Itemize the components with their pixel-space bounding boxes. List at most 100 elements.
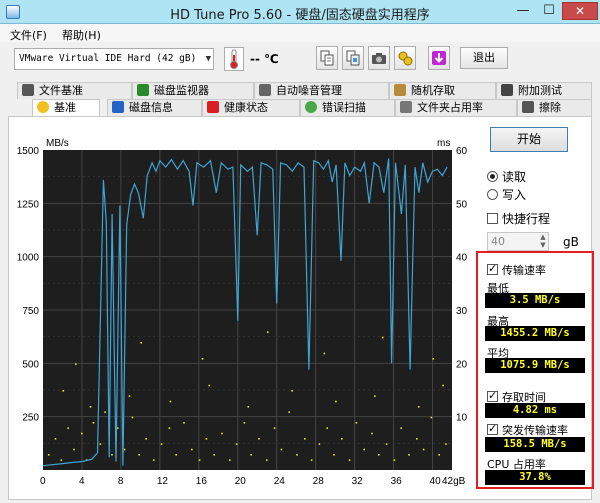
burst-rate-checkbox[interactable]: 突发传输速率 (487, 422, 568, 438)
access-time-point (81, 432, 83, 435)
read-radio[interactable]: 读取 (487, 168, 526, 185)
access-time-point (310, 459, 313, 461)
x-tick-label: 40 (430, 476, 442, 487)
checkbox-transfer-mark (487, 262, 498, 276)
access-time-point (323, 352, 326, 355)
access-time-point (123, 448, 126, 451)
access-time-point (191, 448, 193, 451)
y-left-unit: MB/s (46, 138, 69, 149)
radio-read-mark (487, 171, 498, 182)
x-tick-label: 36 (391, 476, 403, 487)
access-time-point (47, 454, 50, 456)
access-time-point (60, 459, 63, 461)
x-tick-label: 4 (79, 476, 85, 487)
access-time-point (67, 427, 69, 429)
access-time-point (267, 331, 269, 333)
tab-benchmark[interactable]: 基准 (32, 99, 100, 116)
lightbulb-icon (37, 101, 49, 113)
access-time-point (288, 411, 290, 413)
quick-stroke-checkbox[interactable]: 快捷行程 (487, 210, 550, 227)
access-time-point (374, 395, 376, 397)
access-time-point (140, 342, 142, 344)
access-time-point (445, 443, 447, 445)
access-time-point (138, 454, 140, 456)
y-left-tick-label: 750 (22, 306, 39, 317)
access-time-point (128, 395, 131, 397)
access-time-point (205, 438, 208, 440)
access-time-point (99, 443, 102, 445)
access-time-point (408, 454, 410, 456)
access-time-point (229, 459, 231, 461)
y-right-tick-label: 60 (456, 146, 468, 157)
y-left-tick-label: 1000 (17, 253, 40, 264)
access-time-point (183, 422, 185, 424)
access-time-point (438, 454, 440, 456)
size-spinner[interactable]: ▲ ▼ (538, 233, 548, 250)
access-time-point (169, 400, 172, 403)
access-time-point (92, 422, 95, 424)
access-time-point (333, 454, 335, 456)
access-time-point (432, 358, 435, 360)
access-time-point (442, 384, 444, 387)
access-time-point (400, 427, 402, 429)
access-time-point (273, 427, 276, 429)
access-time-point (341, 438, 343, 440)
access-time-point (296, 454, 298, 456)
access-time-point (335, 400, 337, 403)
write-radio[interactable]: 写入 (487, 186, 526, 203)
access-time-point (111, 454, 113, 456)
access-time-point (243, 422, 246, 424)
x-tick-label: 12 (157, 476, 169, 487)
access-time-point (430, 416, 433, 419)
access-time-point (54, 438, 57, 440)
transfer-rate-checkbox[interactable]: 传输速率 (487, 262, 546, 278)
x-tick-label: 8 (118, 476, 124, 487)
min-value: 3.5 MB/s (485, 293, 585, 308)
access-time-point (221, 432, 223, 435)
cpu-value: 37.8% (485, 470, 585, 485)
access-time-point (381, 336, 384, 339)
y-right-tick-label: 50 (456, 199, 468, 210)
access-time-point (385, 443, 388, 445)
start-button[interactable]: 开始 (490, 127, 568, 152)
y-right-tick-label: 30 (456, 306, 468, 317)
x-tick-label: 28 (313, 476, 325, 487)
x-tick-label: 24 (274, 476, 286, 487)
access-time-value: 4.82 ms (485, 403, 585, 418)
access-time-point (304, 438, 306, 440)
access-time-point (89, 406, 92, 408)
access-time-point (250, 454, 252, 456)
burst-rate-value: 158.5 MB/s (485, 437, 585, 452)
avg-value: 1075.9 MB/s (485, 358, 585, 373)
access-time-point (75, 363, 77, 365)
y-left-tick-label: 1500 (17, 146, 40, 157)
access-time-point (393, 459, 396, 461)
access-time-point (348, 459, 351, 461)
access-time-point (355, 422, 358, 424)
access-time-point (235, 443, 238, 445)
access-time-point (258, 438, 260, 440)
access-time-point (201, 358, 204, 360)
access-time-point (208, 384, 211, 387)
y-left-tick-label: 250 (22, 413, 39, 424)
y-right-unit: ms (437, 138, 450, 149)
checkbox-burst-mark (487, 422, 498, 436)
y-right-tick-label: 10 (456, 413, 468, 424)
max-value: 1455.2 MB/s (485, 326, 585, 341)
access-time-point (371, 432, 373, 435)
access-time-point (62, 390, 65, 392)
access-time-point (416, 438, 418, 440)
checkbox-quick-mark (487, 213, 498, 224)
access-time-point (326, 427, 328, 429)
access-time-point (198, 459, 201, 461)
access-time-point (153, 459, 155, 461)
access-time-point (280, 448, 283, 451)
access-time-point (175, 454, 177, 456)
y-right-tick-label: 40 (456, 253, 468, 264)
access-time-point (131, 416, 134, 419)
access-time-point (168, 427, 171, 429)
access-time-point (247, 406, 250, 408)
x-tick-label: 32 (352, 476, 364, 487)
access-time-point (291, 390, 293, 392)
access-time-point (104, 411, 106, 413)
